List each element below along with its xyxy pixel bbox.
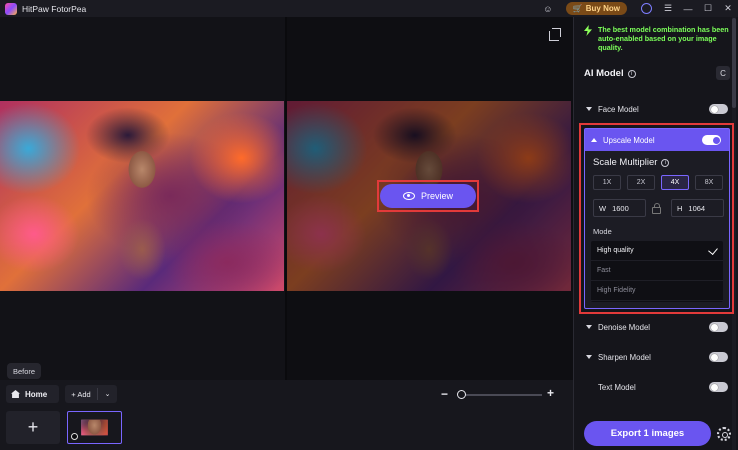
ai-model-title: AI Model	[584, 68, 624, 79]
face-model-toggle[interactable]	[709, 104, 728, 114]
before-image	[0, 101, 284, 291]
add-button[interactable]: + Add ⌄	[65, 385, 117, 403]
denoise-model-toggle[interactable]	[709, 322, 728, 332]
height-field-label: H	[677, 203, 683, 213]
mode-option-label: High Fidelity	[597, 287, 636, 294]
expand-icon[interactable]	[586, 355, 592, 359]
upscale-model-toggle[interactable]	[702, 135, 721, 145]
upscale-model-header[interactable]: Upscale Model	[585, 129, 729, 151]
mode-option-label: High quality	[597, 247, 634, 254]
reset-button[interactable]: C	[716, 66, 730, 80]
expand-icon[interactable]	[586, 107, 592, 111]
mode-option-high-quality[interactable]: High quality	[591, 241, 723, 261]
multiplier-1x-button[interactable]: 1X	[593, 175, 621, 190]
text-model-row[interactable]: Text Model	[586, 379, 728, 395]
discord-icon[interactable]: ☺	[538, 0, 558, 17]
before-button[interactable]: Before	[7, 363, 41, 379]
buy-now-label: Buy Now	[585, 4, 620, 13]
account-icon[interactable]	[641, 3, 652, 14]
info-icon[interactable]: i	[627, 69, 636, 78]
mode-option-high-fidelity[interactable]: High Fidelity	[591, 281, 723, 301]
preview-label: Preview	[420, 191, 453, 201]
sharpen-model-row[interactable]: Sharpen Model	[586, 349, 728, 365]
minimize-icon[interactable]: —	[678, 0, 698, 17]
zoom-slider-track[interactable]	[458, 394, 542, 396]
home-label: Home	[25, 389, 48, 399]
zoom-in-button[interactable]: +	[547, 386, 554, 400]
text-model-label: Text Model	[598, 382, 636, 392]
zoom-slider-handle[interactable]	[457, 390, 466, 399]
multiplier-2x-button[interactable]: 2X	[627, 175, 655, 190]
denoise-model-row[interactable]: Denoise Model	[586, 319, 728, 335]
buy-now-button[interactable]: 🛒 Buy Now	[565, 2, 627, 15]
canvas-area: Preview Before	[0, 17, 573, 380]
upscale-model-label: Upscale Model	[603, 135, 655, 145]
auto-enable-notice: The best model combination has been auto…	[584, 25, 734, 52]
width-field[interactable]: W 1600	[593, 199, 646, 217]
expand-icon[interactable]	[586, 325, 592, 329]
multiplier-8x-button[interactable]: 8X	[695, 175, 723, 190]
clock-icon	[71, 433, 78, 440]
scale-multiplier-title: Scale Multiplier	[593, 157, 658, 168]
notice-text: The best model combination has been auto…	[598, 25, 729, 52]
info-icon[interactable]: i	[661, 158, 670, 167]
collapse-icon[interactable]	[591, 138, 597, 142]
gear-icon[interactable]	[717, 427, 731, 441]
app-title: HitPaw FotorPea	[22, 3, 87, 14]
height-field[interactable]: H 1064	[671, 199, 724, 217]
mode-dropdown-list: High quality Fast High Fidelity	[591, 241, 723, 302]
denoise-model-label: Denoise Model	[598, 322, 651, 332]
aspect-lock-icon[interactable]	[652, 203, 661, 214]
add-label[interactable]: + Add	[65, 390, 97, 399]
lightning-icon	[584, 25, 592, 36]
face-model-label: Face Model	[598, 104, 639, 114]
cart-icon: 🛒	[572, 4, 583, 13]
width-field-label: W	[599, 203, 607, 213]
crop-icon[interactable]	[549, 28, 561, 41]
title-bar: HitPaw FotorPea ☺ 🛒 Buy Now ☰ — ☐ ✕	[0, 0, 738, 17]
mode-label: Mode	[593, 227, 612, 236]
home-icon	[11, 390, 20, 398]
maximize-icon[interactable]: ☐	[698, 0, 718, 17]
chevron-down-icon[interactable]: ⌄	[98, 390, 117, 398]
add-image-tile[interactable]: +	[6, 411, 60, 444]
menu-icon[interactable]: ☰	[658, 0, 678, 17]
home-button[interactable]: Home	[6, 385, 59, 403]
zoom-out-button[interactable]: −	[441, 387, 448, 401]
mode-option-fast[interactable]: Fast	[591, 261, 723, 281]
eye-icon	[402, 192, 415, 200]
bottom-bar: Home + Add ⌄ − + +	[0, 380, 573, 450]
multiplier-4x-button[interactable]: 4X	[661, 175, 689, 190]
width-field-value[interactable]: 1600	[612, 204, 629, 213]
export-button[interactable]: Export 1 images	[584, 421, 711, 446]
face-model-row[interactable]: Face Model	[586, 101, 728, 117]
image-thumbnail[interactable]	[67, 411, 122, 444]
upscale-model-card: Upscale Model Scale Multiplier i 1X 2X 4…	[584, 128, 730, 309]
sharpen-model-label: Sharpen Model	[598, 352, 651, 362]
ai-model-heading: AI Model i	[584, 68, 636, 79]
app-logo	[5, 2, 17, 15]
check-icon	[708, 245, 718, 255]
sharpen-model-toggle[interactable]	[709, 352, 728, 362]
scale-multiplier-heading: Scale Multiplier i	[593, 157, 670, 168]
app-window: HitPaw FotorPea ☺ 🛒 Buy Now ☰ — ☐ ✕ Prev…	[0, 0, 738, 450]
mode-option-label: Fast	[597, 267, 611, 274]
preview-button[interactable]: Preview	[380, 184, 476, 208]
settings-panel: The best model combination has been auto…	[573, 17, 738, 450]
text-model-toggle[interactable]	[709, 382, 728, 392]
close-icon[interactable]: ✕	[718, 0, 738, 17]
height-field-value[interactable]: 1064	[688, 204, 705, 213]
